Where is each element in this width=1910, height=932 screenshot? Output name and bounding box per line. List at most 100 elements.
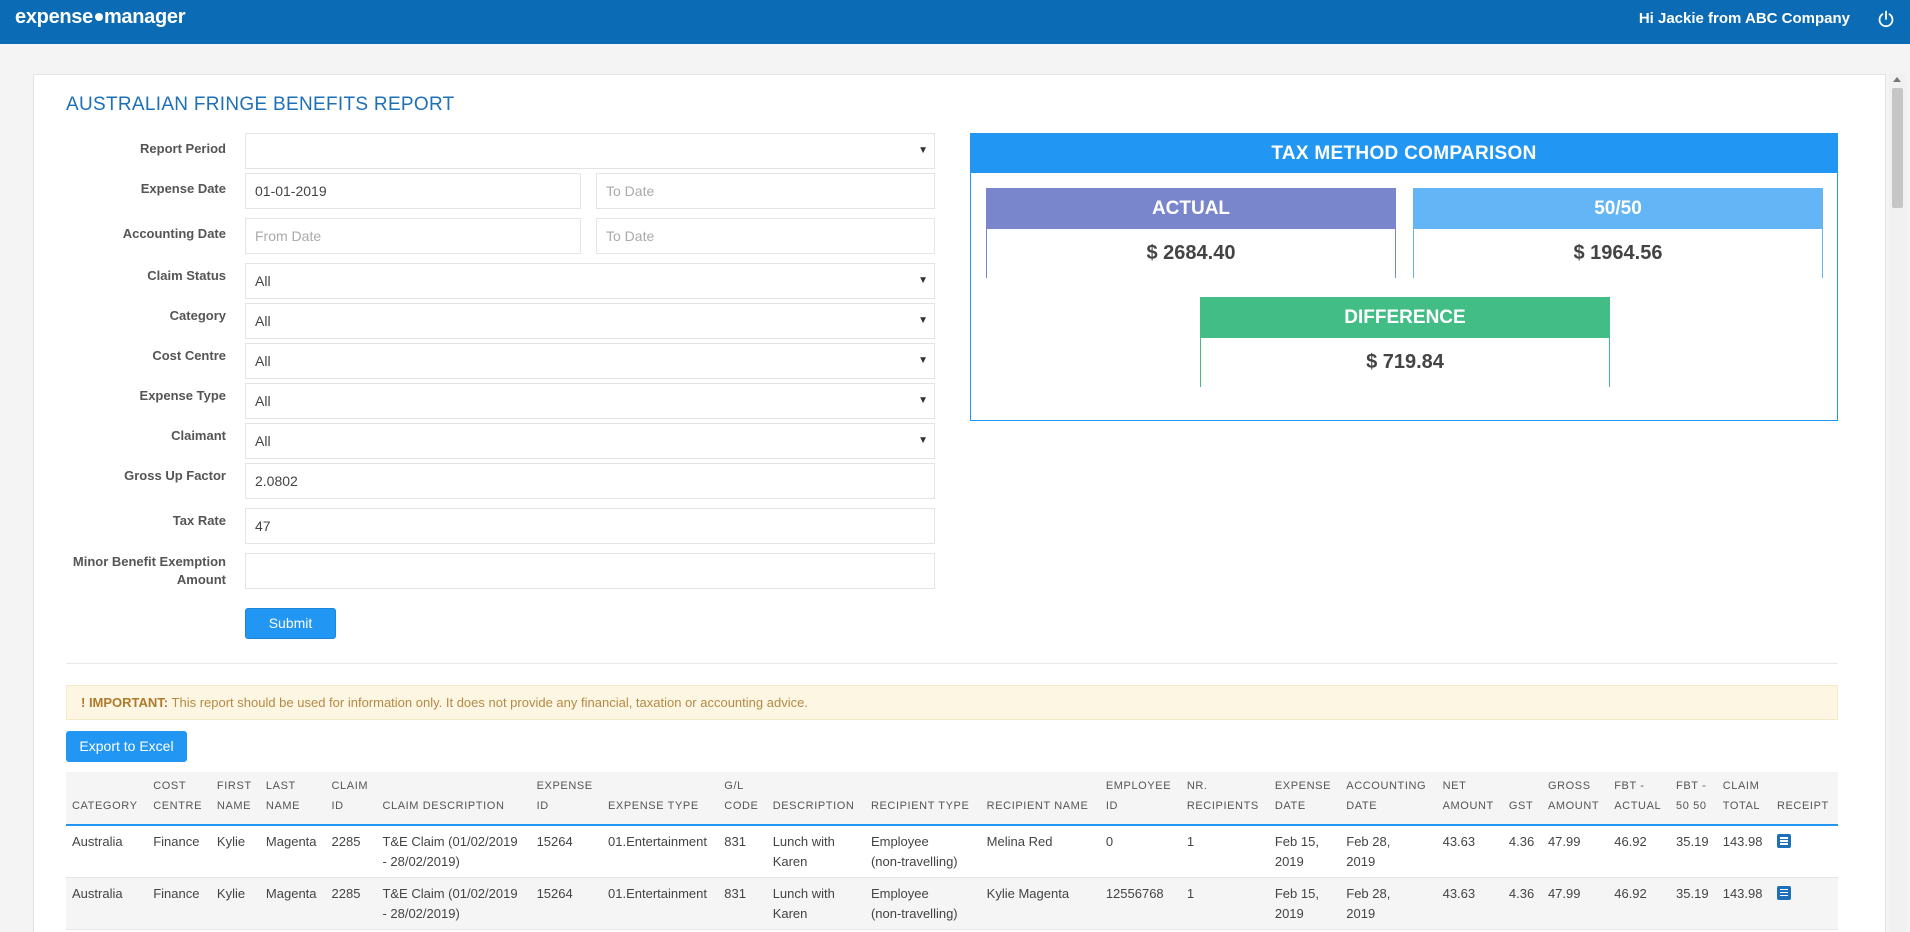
actual-label: ACTUAL <box>987 189 1395 229</box>
cell-receipt <box>1770 877 1838 930</box>
actual-value: $ 2684.40 <box>987 229 1395 279</box>
table-row[interactable]: Australia Finance Kylie Magenta 2285 T&E Clai… <box>66 877 1838 930</box>
cell-text: Karen <box>772 854 808 869</box>
tax-rate-row: Tax Rate 47 <box>34 508 935 544</box>
cell-text: 2019 <box>1274 854 1304 869</box>
category-select[interactable]: All ▼ <box>245 303 935 339</box>
accounting-date-row: Accounting Date From Date To Date <box>34 218 935 254</box>
column-header: CLAIM DESCRIPTION <box>376 772 531 826</box>
cell-employee-id: 0 <box>1099 825 1181 878</box>
expense-type-label: Expense Type <box>139 388 226 403</box>
cell-text: 1 <box>1186 885 1195 901</box>
cell-accounting-date: Feb 28, 2019 <box>1340 825 1437 878</box>
cell-desc: Lunch with Karen <box>766 825 865 878</box>
cell-text: Finance <box>153 885 200 901</box>
column-header: GST <box>1502 772 1542 826</box>
scrollbar-thumb[interactable] <box>1892 88 1903 208</box>
top-navbar: expense manager Hi Jackie from ABC Compan… <box>0 0 1910 44</box>
cell-gst: 4.36 <box>1502 877 1542 930</box>
category-value: All <box>255 313 271 329</box>
cost-centre-value: All <box>255 353 271 369</box>
cell-fbt-actual: 46.92 <box>1608 877 1671 930</box>
column-header-line: RECIPIENT TYPE <box>870 800 970 812</box>
column-header: RECIPIENT NAME <box>980 772 1100 826</box>
column-header: FIRST NAME <box>210 772 260 826</box>
cell-nr-recipients: 1 <box>1180 877 1269 930</box>
cell-text: 43.63 <box>1442 885 1476 901</box>
table-row[interactable]: Australia Finance Kylie Magenta 2285 T&E Clai… <box>66 825 1838 878</box>
cell-first-name: Kylie <box>210 825 260 878</box>
accounting-date-to-input[interactable]: To Date <box>596 218 935 254</box>
report-period-select[interactable]: ▼ <box>245 133 935 169</box>
column-header: CLAIM TOTAL <box>1716 772 1771 826</box>
column-header-line: ID <box>536 800 549 812</box>
minor-benefit-input[interactable] <box>245 553 935 589</box>
difference-value: $ 719.84 <box>1201 338 1609 388</box>
cell-claim-desc: T&E Claim (01/02/2019 - 28/02/2019) <box>376 825 531 878</box>
expense-date-to-input[interactable]: To Date <box>596 173 935 209</box>
gross-up-row: Gross Up Factor 2.0802 <box>34 463 935 499</box>
claimant-select[interactable]: All ▼ <box>245 423 935 459</box>
table-body: Australia Finance Kylie Magenta 2285 T&E Clai… <box>66 825 1838 930</box>
accounting-date-from-input[interactable]: From Date <box>245 218 581 254</box>
column-header-line: CENTRE <box>153 800 203 812</box>
report-panel: AUSTRALIAN FRINGE BENEFITS REPORT Report… <box>33 74 1886 932</box>
alert-text: This report should be used for informati… <box>168 695 808 710</box>
cell-claim-id: 2285 <box>325 877 377 930</box>
table-header-row: CATEGORY COST CENTRE FIRST NAME LAST NAME CLAIM… <box>66 772 1838 826</box>
tax-rate-input[interactable]: 47 <box>245 508 935 544</box>
expense-date-label: Expense Date <box>140 181 226 196</box>
cost-centre-select[interactable]: All ▼ <box>245 343 935 379</box>
submit-button[interactable]: Submit <box>245 608 336 639</box>
cell-text: 15264 <box>536 834 573 849</box>
cell-expense-id: 15264 <box>530 825 602 878</box>
cost-centre-label: Cost Centre <box>152 348 226 363</box>
power-icon[interactable] <box>1876 9 1896 29</box>
cell-text: Magenta <box>265 885 317 901</box>
app-logo[interactable]: expense manager <box>15 6 186 29</box>
report-period-row: Report Period ▼ <box>34 133 935 169</box>
cell-text: 47.99 <box>1547 885 1581 901</box>
caret-down-icon: ▼ <box>918 145 928 156</box>
claimant-label: Claimant <box>171 428 226 443</box>
column-header: EXPENSE TYPE <box>602 772 719 826</box>
cell-text: 4.36 <box>1508 834 1535 849</box>
cell-text: - 28/02/2019) <box>382 905 460 921</box>
cell-category: Australia <box>66 877 148 930</box>
cell-text: Lunch with <box>772 885 835 901</box>
cell-expense-date: Feb 15, 2019 <box>1268 877 1341 930</box>
document-icon[interactable] <box>1776 834 1791 848</box>
cell-text: Employee <box>870 834 929 849</box>
gross-up-input[interactable]: 2.0802 <box>245 463 935 499</box>
scroll-up-arrow-icon[interactable] <box>1893 77 1901 82</box>
cell-text: 4.36 <box>1508 885 1535 901</box>
column-header-line: AMOUNT <box>1547 800 1600 812</box>
vertical-scrollbar[interactable] <box>1889 74 1906 932</box>
claim-status-select[interactable]: All ▼ <box>245 263 935 299</box>
expense-type-select[interactable]: All ▼ <box>245 383 935 419</box>
cell-claim-total: 143.98 <box>1716 825 1771 878</box>
fifty-fifty-label: 50/50 <box>1414 189 1822 229</box>
document-icon[interactable] <box>1776 885 1791 900</box>
column-header: RECEIPT <box>1770 772 1838 826</box>
column-header-line: NR. <box>1186 780 1208 792</box>
cell-text: 2285 <box>331 885 361 901</box>
cell-text: Magenta <box>265 834 317 849</box>
category-row: Category All ▼ <box>34 303 935 339</box>
cell-fbt-actual: 46.92 <box>1608 825 1671 878</box>
cell-text: 46.92 <box>1614 885 1647 901</box>
tax-rate-label: Tax Rate <box>172 513 226 528</box>
export-to-excel-button[interactable]: Export to Excel <box>66 731 187 762</box>
expense-date-row: Expense Date 01-01-2019 To Date <box>34 173 935 209</box>
column-header-line: G/L <box>724 780 744 792</box>
column-header-line: ACCOUNTING <box>1346 780 1427 792</box>
cell-claim-desc: T&E Claim (01/02/2019 - 28/02/2019) <box>376 877 531 930</box>
actual-card: ACTUAL $ 2684.40 <box>986 188 1396 279</box>
expense-date-from-input[interactable]: 01-01-2019 <box>245 173 581 209</box>
column-header-line: EMPLOYEE <box>1105 780 1172 792</box>
minor-benefit-label-line2: Amount <box>176 572 226 587</box>
minor-benefit-label-line1: Minor Benefit Exemption <box>72 554 226 569</box>
cell-text: 15264 <box>536 885 573 901</box>
cell-text: 2019 <box>1346 854 1376 869</box>
column-header: ACCOUNTING DATE <box>1340 772 1437 826</box>
